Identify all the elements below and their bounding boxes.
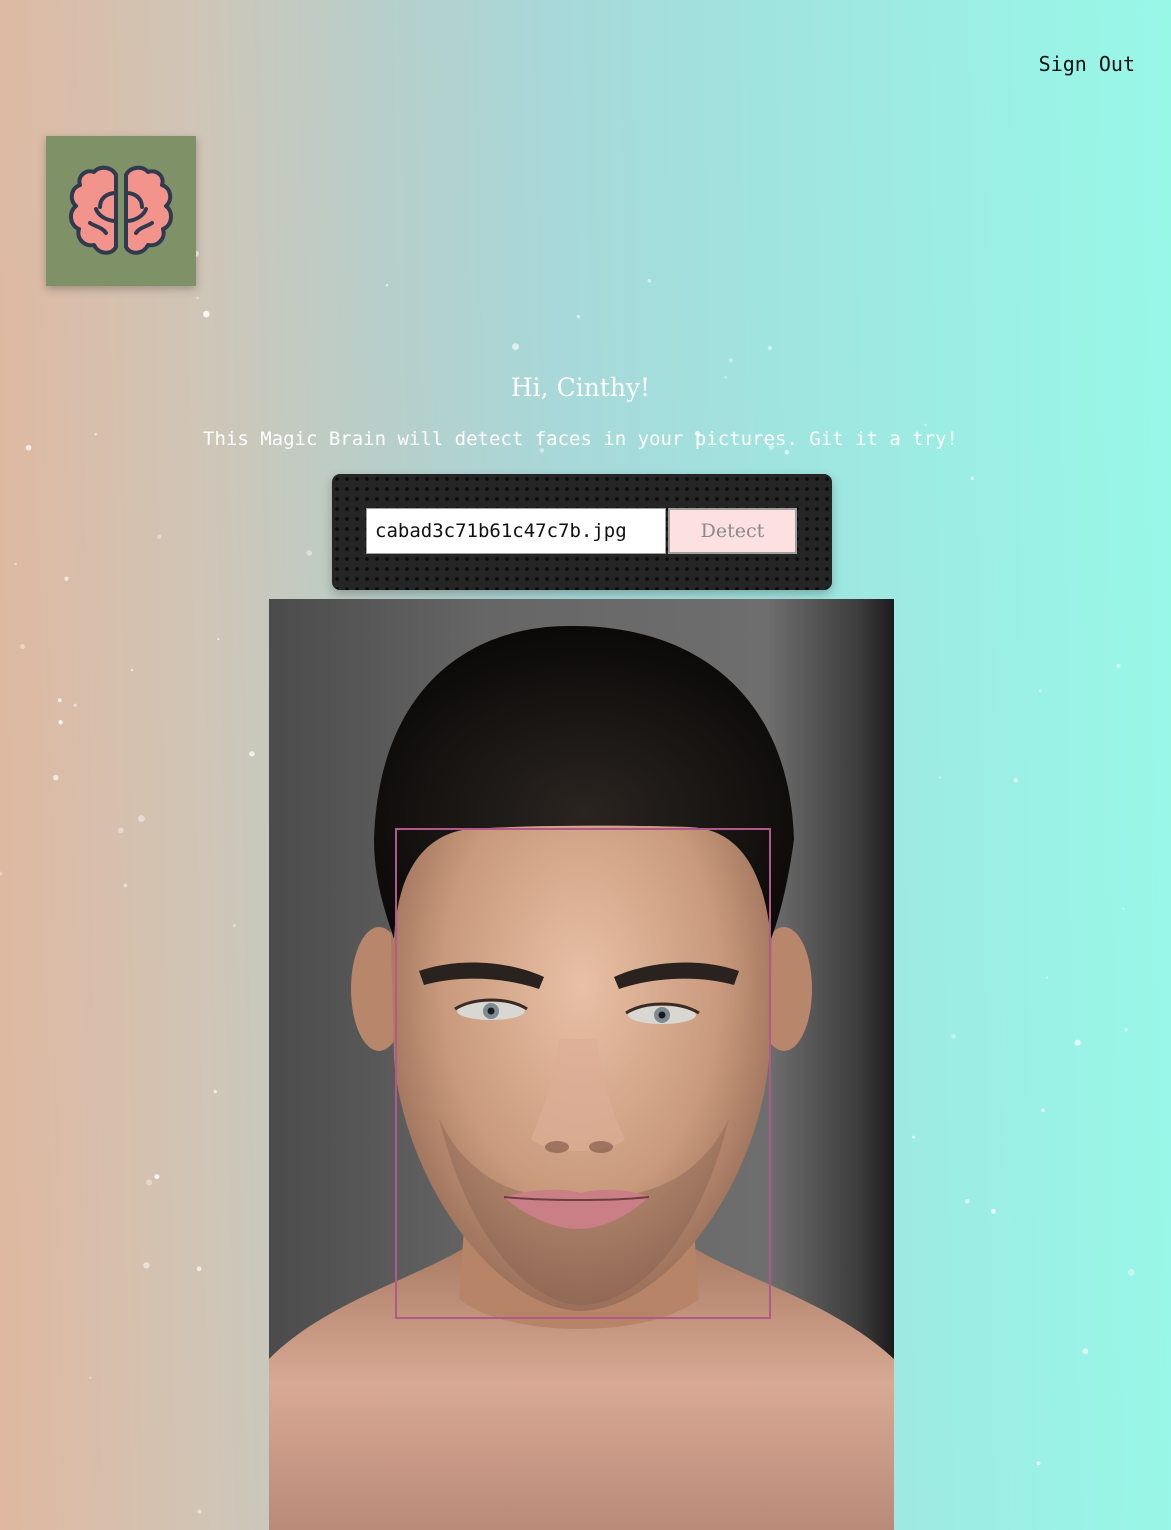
particle-dot	[249, 751, 255, 757]
particle-dot	[951, 1033, 957, 1039]
particle-dot	[1082, 1348, 1089, 1355]
logo[interactable]	[46, 136, 196, 286]
particle-dot	[130, 668, 134, 672]
particle-dot	[123, 883, 128, 888]
particle-dot	[0, 871, 3, 876]
particle-dot	[965, 1199, 970, 1204]
image-url-value: cabad3c71b61c47c7b.jpg	[375, 520, 627, 542]
particle-dot	[1116, 663, 1121, 669]
particle-dot	[1074, 1039, 1081, 1046]
particle-dot	[196, 1266, 202, 1272]
particle-dot	[197, 1509, 202, 1514]
particle-dot	[647, 279, 652, 283]
particle-dot	[767, 345, 773, 351]
particle-dot	[784, 449, 790, 455]
particle-dot	[1041, 1108, 1045, 1112]
particle-dot	[1122, 907, 1125, 910]
detect-button[interactable]: Detect	[668, 508, 797, 554]
particle-dot	[213, 1090, 217, 1094]
particle-dot	[1045, 976, 1049, 979]
particle-dot	[57, 698, 62, 703]
particle-dot	[512, 343, 519, 350]
particle-dot	[157, 534, 162, 539]
particle-dot	[938, 776, 942, 779]
particle-dot	[912, 1135, 915, 1139]
particle-dot	[728, 358, 733, 363]
particle-dot	[203, 310, 210, 318]
particle-dot	[154, 1174, 160, 1180]
particle-dot	[1013, 778, 1018, 783]
image-link-form: cabad3c71b61c47c7b.jpg Detect	[332, 474, 832, 590]
particle-dot	[1127, 1269, 1135, 1276]
particle-dot	[14, 562, 17, 566]
particle-dot	[1124, 1028, 1128, 1032]
brain-icon	[69, 165, 173, 255]
particle-dot	[232, 923, 237, 928]
image-url-input[interactable]: cabad3c71b61c47c7b.jpg	[366, 508, 666, 554]
particle-dot	[138, 815, 145, 822]
greeting-text: Hi, Cinthy!	[510, 373, 651, 402]
particle-dot	[143, 1262, 150, 1269]
particle-dot	[576, 314, 581, 319]
particle-dot	[196, 296, 199, 300]
particle-dot	[73, 703, 77, 707]
particle-dot	[924, 423, 928, 427]
particle-dot	[217, 638, 220, 641]
tagline-text: This Magic Brain will detect faces in yo…	[203, 428, 958, 450]
sign-out-link[interactable]: Sign Out	[1039, 52, 1135, 76]
particle-dot	[970, 476, 975, 481]
particle-dot	[306, 550, 313, 556]
result-image	[269, 599, 894, 1530]
particle-dot	[89, 1376, 92, 1380]
particle-dot	[1036, 1461, 1041, 1466]
particle-dot	[20, 644, 25, 649]
face-bounding-box	[395, 828, 771, 1319]
particle-dot	[385, 284, 389, 287]
particle-dot	[1038, 689, 1042, 693]
particle-dot	[991, 1208, 996, 1214]
particle-dot	[64, 576, 69, 581]
particle-dot	[58, 720, 63, 725]
particle-dot	[145, 1179, 153, 1186]
particle-dot	[53, 775, 59, 781]
particle-dot	[118, 827, 124, 834]
